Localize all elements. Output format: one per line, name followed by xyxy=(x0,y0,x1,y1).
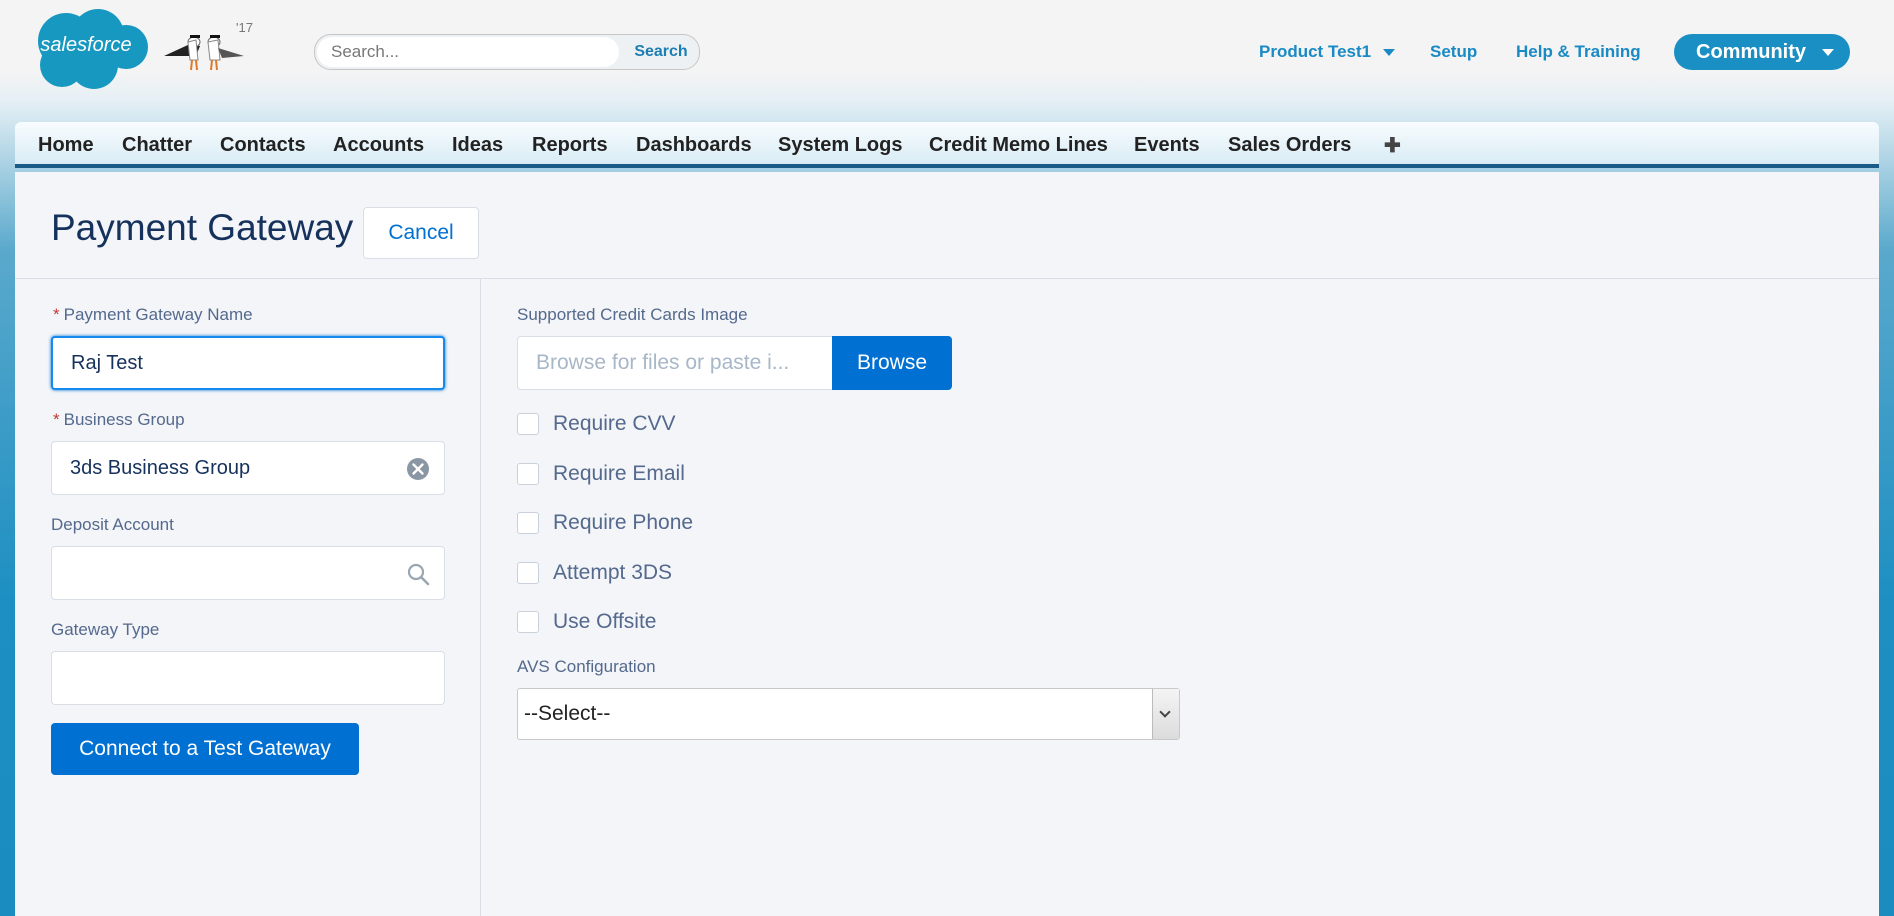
search-button[interactable]: Search xyxy=(623,35,699,69)
tab-events[interactable]: Events xyxy=(1134,134,1200,157)
cancel-button[interactable]: Cancel xyxy=(363,207,479,259)
business-group-label: * Business Group xyxy=(53,410,185,430)
tab-contacts[interactable]: Contacts xyxy=(220,134,306,157)
tab-sales-orders[interactable]: Sales Orders xyxy=(1228,134,1351,157)
attempt-3ds-label: Attempt 3DS xyxy=(553,561,673,584)
main-panel: Payment Gateway Cancel * Payment Gateway … xyxy=(15,172,1879,916)
browse-button[interactable]: Browse xyxy=(832,336,952,390)
require-cvv-label: Require CVV xyxy=(553,412,676,435)
cards-image-input[interactable] xyxy=(517,336,832,390)
required-marker: * xyxy=(53,305,60,324)
user-menu[interactable]: Product Test1 xyxy=(1259,42,1396,62)
gateway-type-field xyxy=(51,651,445,705)
help-training-link[interactable]: Help & Training xyxy=(1516,42,1641,62)
business-group-input[interactable] xyxy=(52,442,444,494)
header-divider xyxy=(15,278,1879,279)
chevron-down-icon xyxy=(1159,706,1171,718)
tab-bar: Home Chatter Contacts Accounts Ideas Rep… xyxy=(15,122,1879,168)
business-group-label-text: Business Group xyxy=(63,410,185,429)
checkbox-box[interactable] xyxy=(517,463,539,485)
clear-icon[interactable] xyxy=(406,457,430,481)
column-divider xyxy=(480,279,481,916)
checkbox-box[interactable] xyxy=(517,611,539,633)
deposit-account-label: Deposit Account xyxy=(51,515,174,534)
gateway-name-input[interactable] xyxy=(53,338,443,388)
avs-configuration-select[interactable]: --Select-- xyxy=(517,688,1180,740)
business-group-field xyxy=(51,441,445,495)
mascot-year: '17 xyxy=(236,20,253,35)
gateway-type-label: Gateway Type xyxy=(51,620,160,639)
tab-ideas[interactable]: Ideas xyxy=(452,134,503,157)
gateway-type-input[interactable] xyxy=(52,652,444,704)
salesforce-logo[interactable]: salesforce xyxy=(26,5,150,91)
dropdown-arrow[interactable] xyxy=(1152,689,1179,739)
search-icon[interactable] xyxy=(406,562,430,586)
tab-chatter[interactable]: Chatter xyxy=(122,134,192,157)
cards-image-label: Supported Credit Cards Image xyxy=(517,305,748,324)
search-input[interactable] xyxy=(317,37,619,67)
avs-configuration-label: AVS Configuration xyxy=(517,657,656,676)
tab-system-logs[interactable]: System Logs xyxy=(778,134,902,157)
checkbox-box[interactable] xyxy=(517,512,539,534)
connect-test-gateway-button[interactable]: Connect to a Test Gateway xyxy=(51,723,359,775)
tab-accounts[interactable]: Accounts xyxy=(333,134,424,157)
gateway-name-field xyxy=(51,336,445,390)
chevron-down-icon xyxy=(1822,49,1834,56)
app-switcher-label: Community xyxy=(1696,41,1806,63)
global-search: Search xyxy=(314,34,700,70)
user-menu-label: Product Test1 xyxy=(1259,42,1372,61)
require-email-label: Require Email xyxy=(553,462,685,485)
checkbox-box[interactable] xyxy=(517,413,539,435)
gateway-name-label: * Payment Gateway Name xyxy=(53,305,253,325)
require-phone-label: Require Phone xyxy=(553,511,694,534)
tab-credit-memo-lines[interactable]: Credit Memo Lines xyxy=(929,134,1108,157)
chevron-down-icon xyxy=(1383,49,1396,57)
tab-home[interactable]: Home xyxy=(38,134,94,157)
gateway-name-label-text: Payment Gateway Name xyxy=(63,305,253,324)
seagull-mascots-icon: '17 xyxy=(164,20,253,71)
setup-link[interactable]: Setup xyxy=(1430,42,1477,62)
plus-icon[interactable]: ✚ xyxy=(1384,133,1401,158)
deposit-account-field xyxy=(51,546,445,600)
avs-selected-value: --Select-- xyxy=(524,702,611,725)
use-offsite-label: Use Offsite xyxy=(553,610,657,633)
tab-reports[interactable]: Reports xyxy=(532,134,608,157)
checkbox-box[interactable] xyxy=(517,562,539,584)
tab-dashboards[interactable]: Dashboards xyxy=(636,134,752,157)
app-switcher-button[interactable]: Community xyxy=(1674,34,1850,70)
page-title: Payment Gateway xyxy=(51,207,354,248)
brand-wordmark: salesforce xyxy=(40,34,131,56)
deposit-account-input[interactable] xyxy=(52,547,444,599)
required-marker: * xyxy=(53,410,60,429)
